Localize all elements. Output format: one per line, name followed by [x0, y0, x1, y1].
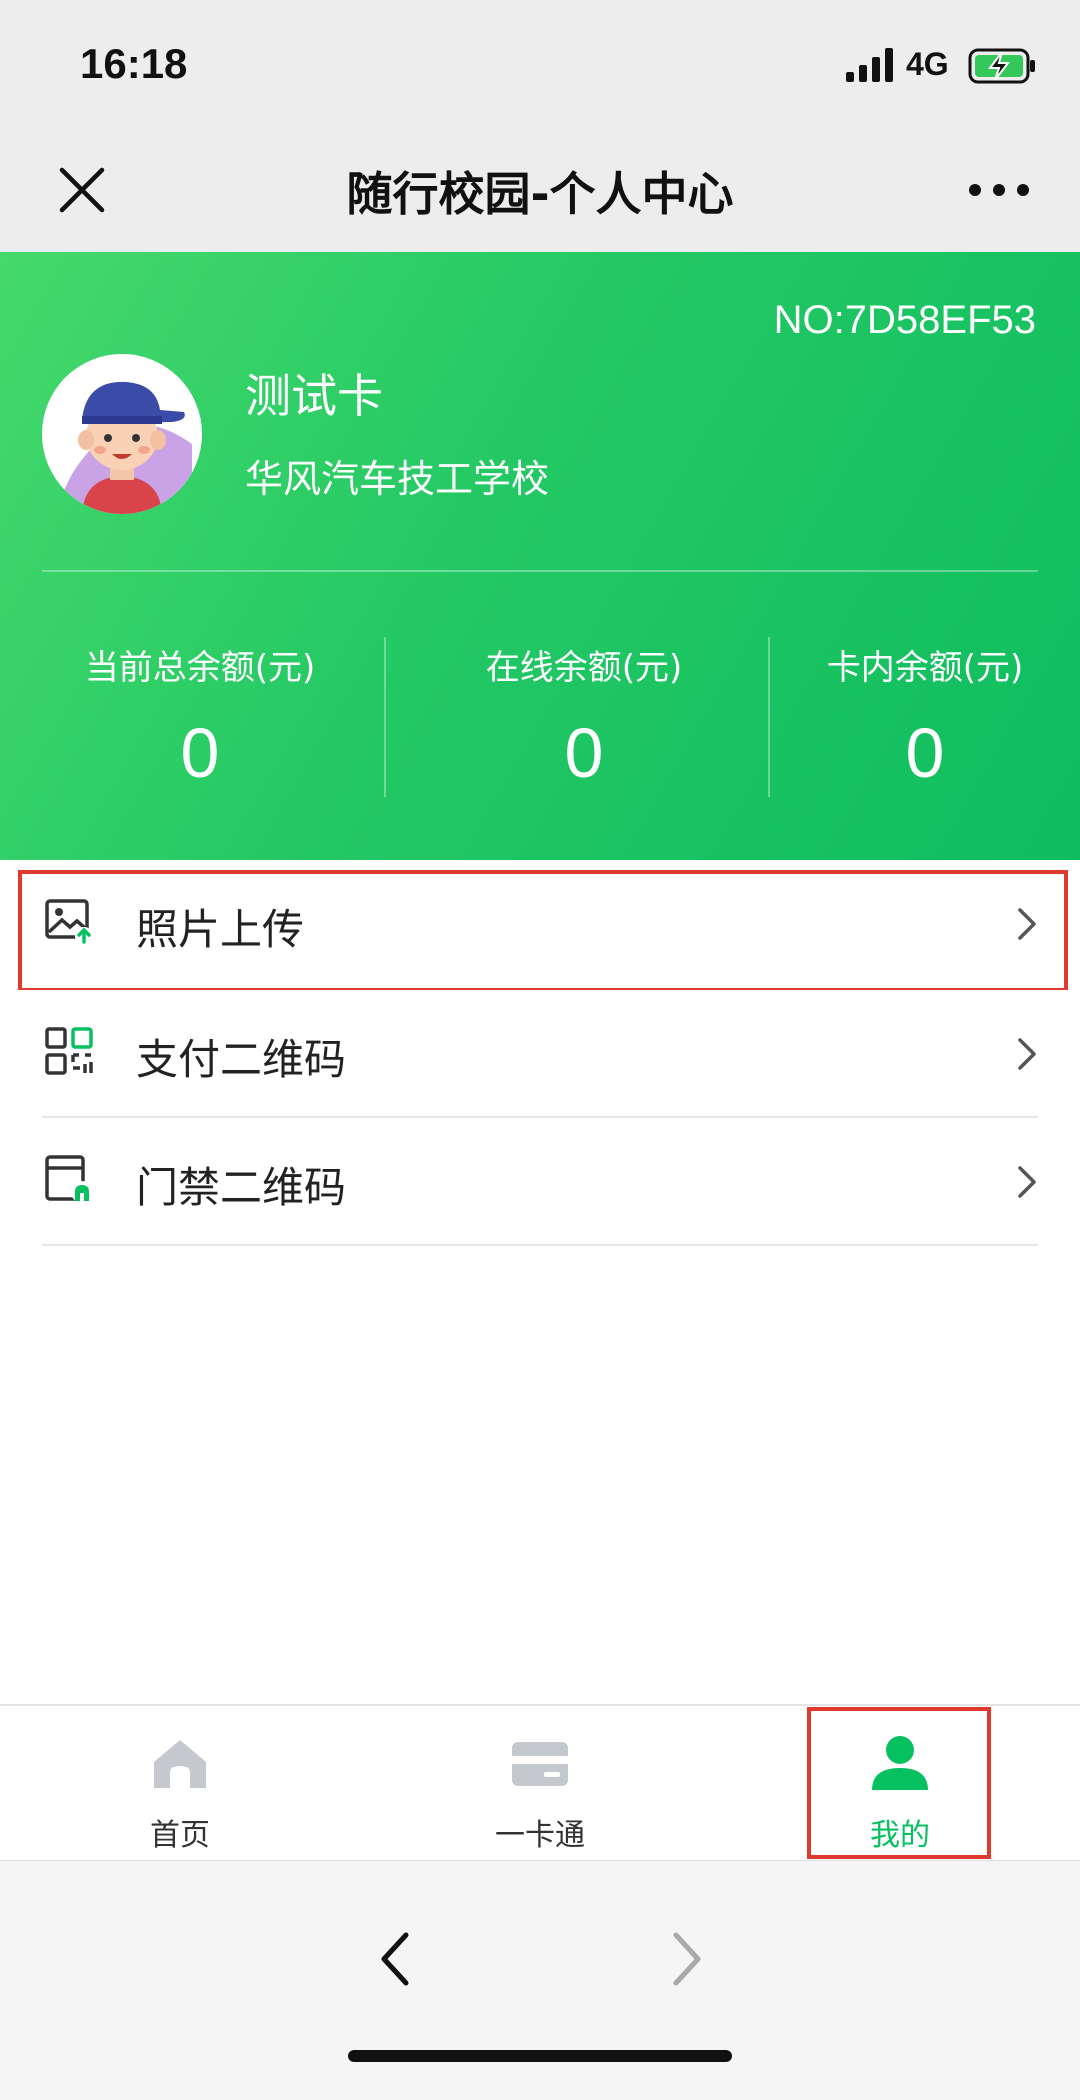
access-control-icon — [45, 1155, 93, 1203]
card-balance-label: 卡内余额(元) — [826, 648, 1024, 688]
card-balance-value: 0 — [905, 714, 945, 792]
menu-item-payment-qr[interactable]: 支付二维码 — [0, 990, 1080, 1118]
user-name: 测试卡 — [245, 369, 383, 423]
menu-label: 门禁二维码 — [136, 1163, 347, 1212]
highlight-box — [18, 870, 1068, 992]
school-name: 华风汽车技工学校 — [245, 457, 550, 501]
menu-item-access-qr[interactable]: 门禁二维码 — [0, 1118, 1080, 1246]
highlight-box — [807, 1707, 991, 1859]
status-time: 16:18 — [80, 40, 188, 87]
network-type: 4G — [906, 46, 949, 82]
card-icon — [512, 1742, 568, 1786]
more-icon[interactable] — [964, 160, 1034, 220]
menu-label: 支付二维码 — [136, 1035, 347, 1084]
title-bar: 随行校园-个人中心 — [0, 130, 1080, 252]
online-balance-label: 在线余额(元) — [485, 648, 683, 688]
back-icon[interactable] — [372, 1927, 422, 1991]
tab-label: 首页 — [150, 1818, 210, 1853]
menu-divider — [42, 1244, 1038, 1246]
home-icon — [154, 1740, 206, 1788]
signal-icon — [846, 48, 893, 82]
forward-icon[interactable] — [660, 1927, 710, 1991]
home-indicator — [348, 2050, 732, 2062]
total-balance: 当前总余额(元) 0 — [0, 640, 400, 800]
total-balance-label: 当前总余额(元) — [84, 648, 316, 688]
total-balance-value: 0 — [180, 714, 220, 792]
avatar-icon — [42, 354, 202, 514]
tab-home[interactable]: 首页 — [80, 1706, 280, 1856]
card-balance: 卡内余额(元) 0 — [770, 640, 1080, 800]
qr-code-icon — [45, 1027, 93, 1075]
chevron-right-icon — [1018, 1038, 1036, 1070]
avatar — [42, 354, 202, 514]
tab-card[interactable]: 一卡通 — [440, 1706, 640, 1856]
online-balance: 在线余额(元) 0 — [384, 640, 784, 800]
page-title: 随行校园-个人中心 — [346, 167, 734, 221]
card-number: NO:7D58EF53 — [773, 298, 1036, 342]
browser-nav-bar — [0, 1860, 1080, 2100]
battery-charging-icon — [968, 48, 1035, 84]
chevron-right-icon — [1018, 1166, 1036, 1198]
tab-label: 一卡通 — [495, 1818, 585, 1853]
header-divider — [42, 570, 1038, 572]
online-balance-value: 0 — [564, 714, 604, 792]
profile-header: NO:7D58EF53 测试卡 华风汽车技工学校 当前总余额(元) 0 在线余额… — [0, 252, 1080, 860]
status-bar: 16:18 4G — [0, 0, 1080, 130]
